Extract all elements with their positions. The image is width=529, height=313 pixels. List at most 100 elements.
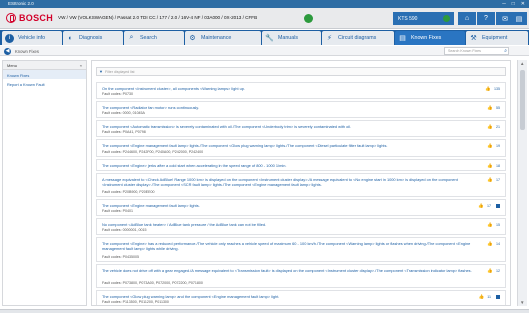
fix-description[interactable]: No component <AdBlue tank heater> / AdBl… bbox=[102, 222, 473, 227]
like-count: 14 bbox=[496, 242, 500, 246]
fix-description[interactable]: The component <Automatic transmission> i… bbox=[102, 124, 473, 129]
likes: 👍 135 bbox=[485, 86, 500, 92]
fault-codes: Fault codes: 0000001, 0015 bbox=[102, 228, 147, 232]
fault-codes: Fault codes: P244600, P242F00, P240A00, … bbox=[102, 150, 204, 154]
likes: 👍 12 bbox=[487, 268, 500, 274]
list-item[interactable]: The component <Engine management fault l… bbox=[96, 199, 506, 216]
fault-codes: Fault codes: P113500, P011200, P011300 bbox=[102, 300, 169, 304]
wrench-icon: 🔧 bbox=[265, 35, 274, 42]
list-scrollbar[interactable]: ▲ ▼ bbox=[517, 60, 527, 306]
like-count: 12 bbox=[496, 269, 500, 273]
likes: 👍 17 bbox=[478, 203, 500, 209]
document-icon[interactable] bbox=[496, 295, 500, 299]
list-item[interactable]: No component <AdBlue tank heater> / AdBl… bbox=[96, 218, 506, 235]
tab-vehicle-info[interactable]: i Vehicle info bbox=[2, 31, 62, 45]
kts-status-icon bbox=[443, 15, 450, 22]
filter-input[interactable]: ▼ Filter displayed list bbox=[96, 67, 506, 76]
thumbs-up-icon: 👍 bbox=[487, 222, 493, 227]
tab-label: Circuit diagrams bbox=[338, 35, 377, 41]
close-button[interactable]: ✕ bbox=[521, 1, 525, 7]
known-fixes-search-input[interactable]: Search Known Fixes bbox=[444, 47, 509, 55]
fix-description[interactable]: The component <Engine management fault l… bbox=[102, 143, 473, 148]
status-bar bbox=[0, 309, 529, 313]
thumbs-up-icon: 👍 bbox=[487, 143, 493, 148]
fault-codes: Fault codes: 0000, 01045A bbox=[102, 111, 145, 115]
scroll-thumb[interactable] bbox=[520, 70, 525, 130]
fix-description[interactable]: The component <Engine> has a reduced per… bbox=[102, 241, 473, 251]
window-title: ESItronic 2.0 bbox=[8, 1, 34, 6]
tab-search[interactable]: ⌕ Search bbox=[124, 31, 184, 45]
likes: 👍 15 bbox=[487, 222, 500, 228]
home-icon[interactable]: ⌂ bbox=[458, 12, 476, 25]
main-tabs: i Vehicle info ◐ Diagnosis ⌕ Search ⚙ Ma… bbox=[0, 30, 529, 45]
thumbs-up-icon: 👍 bbox=[487, 241, 493, 246]
list-item[interactable]: A message equivalent to <Check AdBlue! R… bbox=[96, 173, 506, 197]
sidebar-item-known-fixes[interactable]: Known Fixes bbox=[3, 70, 86, 79]
thumbs-up-icon: 👍 bbox=[485, 86, 491, 91]
fix-description[interactable]: The component <Engine management fault l… bbox=[102, 203, 473, 208]
fix-description[interactable]: The component <Glow plug warning lamp> a… bbox=[102, 294, 473, 299]
thumbs-up-icon: 👍 bbox=[478, 203, 484, 208]
tab-label: Vehicle info bbox=[18, 35, 46, 41]
brand-logo-text: BOSCH bbox=[19, 13, 54, 23]
like-count: 21 bbox=[496, 125, 500, 129]
fix-description[interactable]: A message equivalent to <Check AdBlue! R… bbox=[102, 177, 473, 187]
scroll-up-icon[interactable]: ▲ bbox=[520, 61, 524, 66]
fault-codes: Fault codes: P0730 bbox=[102, 92, 133, 96]
circuit-icon: ⚡ bbox=[327, 35, 332, 42]
maximize-button[interactable]: □ bbox=[512, 1, 515, 7]
kts-label: KTS 590 bbox=[398, 15, 418, 22]
page-title: Known Fixes bbox=[15, 48, 39, 54]
fault-codes: Fault codes: P0A41, P0798 bbox=[102, 130, 146, 134]
menu-icon[interactable]: ▤ bbox=[511, 12, 527, 25]
like-count: 19 bbox=[496, 144, 500, 148]
list-item[interactable]: The component <Engine management fault l… bbox=[96, 139, 506, 157]
list-item[interactable]: On the component <Instrument cluster>, a… bbox=[96, 82, 506, 99]
thumbs-up-icon: 👍 bbox=[487, 163, 493, 168]
help-icon[interactable]: ? bbox=[477, 12, 495, 25]
list-item[interactable]: The component <Automatic transmission> i… bbox=[96, 120, 506, 137]
kts-device-button[interactable]: KTS 590 bbox=[393, 12, 454, 25]
thumbs-up-icon: 👍 bbox=[478, 294, 485, 299]
fix-description[interactable]: The component <Engine> jerks after a col… bbox=[102, 163, 473, 168]
thumbs-up-icon: 👍 bbox=[487, 268, 493, 273]
tab-label: Maintenance bbox=[201, 35, 232, 41]
document-icon[interactable] bbox=[496, 204, 500, 208]
tab-manuals[interactable]: 🔧 Manuals bbox=[262, 31, 321, 45]
tab-diagnosis[interactable]: ◐ Diagnosis bbox=[63, 31, 123, 45]
sidebar-item-report-fault[interactable]: Report a Known Fault bbox=[3, 79, 86, 88]
scroll-down-icon[interactable]: ▼ bbox=[520, 300, 524, 305]
tab-equipment[interactable]: ⚒ Equipment bbox=[466, 31, 528, 45]
fix-description[interactable]: The vehicle does not drive off with a ge… bbox=[102, 268, 473, 273]
likes: 👍 11 bbox=[479, 294, 500, 300]
list-item[interactable]: The component <Radiator fan motor> runs … bbox=[96, 101, 506, 118]
tab-circuit-diagrams[interactable]: ⚡ Circuit diagrams bbox=[322, 31, 394, 45]
vehicle-identification[interactable]: VW / VW (VOLKSWAGEN) / Passat 2.0 TDI CC… bbox=[58, 15, 257, 20]
fault-codes: Fault codes: P0435005 bbox=[102, 255, 139, 259]
list-item[interactable]: The component <Glow plug warning lamp> a… bbox=[96, 290, 506, 305]
window-titlebar: ESItronic 2.0 ─ □ ✕ bbox=[0, 0, 529, 8]
sidebar-header: Menu « bbox=[3, 61, 86, 70]
fix-description[interactable]: The component <Radiator fan motor> runs … bbox=[102, 105, 473, 110]
thumbs-up-icon: 👍 bbox=[487, 105, 493, 110]
connection-status-icon bbox=[304, 14, 313, 23]
bosch-logo-icon bbox=[6, 13, 16, 23]
search-icon[interactable]: ⌕ bbox=[504, 48, 507, 54]
diagnosis-icon: ◐ bbox=[68, 34, 73, 42]
tab-known-fixes[interactable]: ▤ Known Fixes bbox=[395, 31, 465, 45]
filter-icon: ▼ bbox=[99, 69, 103, 74]
likes: 👍 17 bbox=[487, 177, 500, 183]
like-count: 17 bbox=[496, 178, 500, 182]
fault-codes: Fault codes: P0401 bbox=[102, 209, 133, 213]
list-item[interactable]: The component <Engine> jerks after a col… bbox=[96, 159, 506, 171]
like-count: 15 bbox=[496, 223, 500, 227]
thumbs-up-icon: 👍 bbox=[487, 177, 493, 182]
list-item[interactable]: The component <Engine> has a reduced per… bbox=[96, 237, 506, 262]
tab-maintenance[interactable]: ⚙ Maintenance bbox=[185, 31, 261, 45]
back-arrow-icon[interactable]: ◀ bbox=[4, 47, 11, 55]
fix-description[interactable]: On the component <Instrument cluster>, a… bbox=[102, 86, 473, 91]
list-item[interactable]: The vehicle does not drive off with a ge… bbox=[96, 264, 506, 288]
minimize-button[interactable]: ─ bbox=[502, 1, 506, 7]
app-header: BOSCH VW / VW (VOLKSWAGEN) / Passat 2.0 … bbox=[0, 8, 529, 29]
collapse-icon[interactable]: « bbox=[80, 63, 82, 68]
